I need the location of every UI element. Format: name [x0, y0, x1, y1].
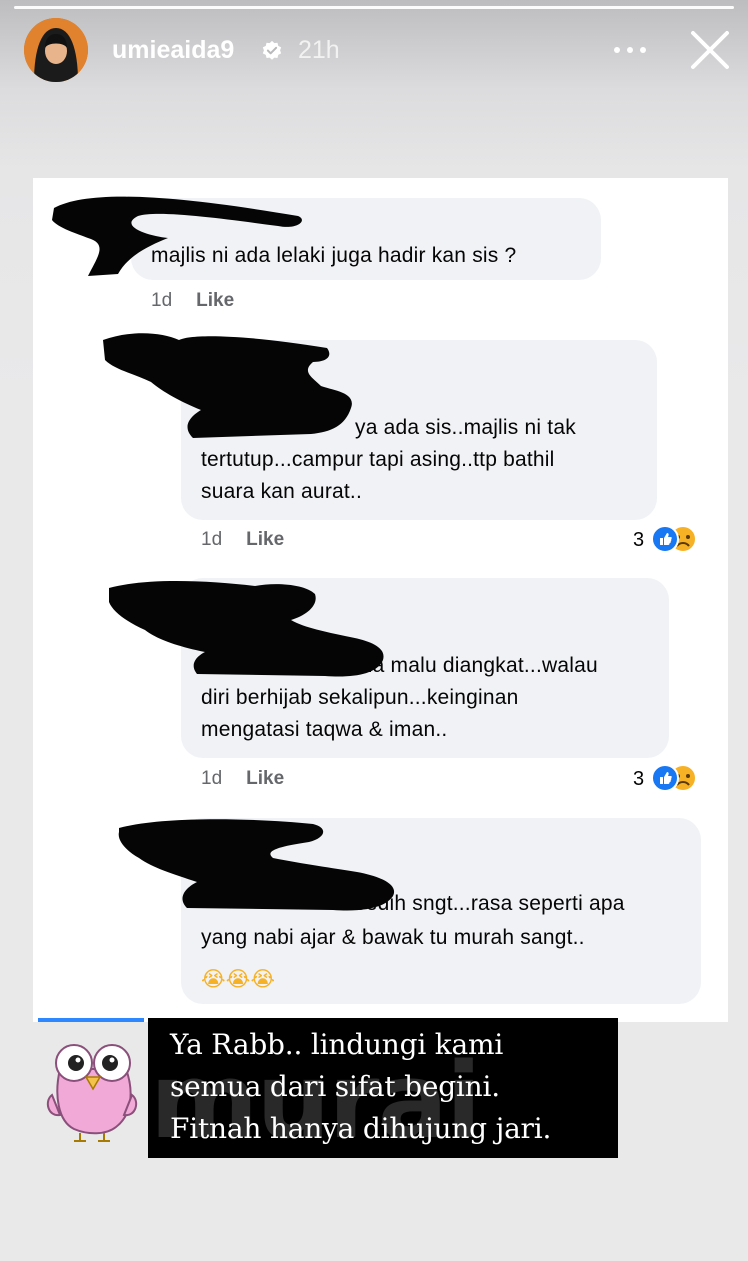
comments-screenshot: majlis ni ada lelaki juga hadir kan sis …: [33, 178, 728, 1022]
comment-text: suara kan aurat..: [201, 480, 362, 503]
caption-line: Fitnah hanya dihujung jari.: [170, 1112, 552, 1145]
divider-line: [38, 1018, 144, 1022]
verified-badge-icon: [262, 40, 282, 60]
more-dots-icon[interactable]: [612, 40, 648, 60]
story-progress-bar: [14, 6, 734, 9]
like-link[interactable]: Like: [196, 290, 234, 311]
comment-text: ya ada sis..majlis ni tak: [355, 416, 576, 439]
reaction-count: 3: [633, 529, 645, 551]
like-link[interactable]: Like: [246, 529, 284, 550]
comment-text: diri berhijab sekalipun...keinginan: [201, 686, 519, 709]
comment-text: tertutup...campur tapi asing..ttp bathil: [201, 448, 555, 471]
caption-line: Ya Rabb.. lindungi kami: [170, 1028, 504, 1061]
owl-sticker-icon: [46, 1044, 138, 1142]
redaction-scribble: [52, 196, 302, 276]
redaction-scribble: [118, 819, 395, 911]
story-username[interactable]: umieaida9: [112, 36, 234, 65]
close-icon[interactable]: [686, 26, 734, 74]
comment-meta: 1d Like: [151, 290, 234, 312]
comment-age: 1d: [151, 290, 173, 311]
comment-meta: 1d Like: [201, 768, 284, 790]
reactions-icon[interactable]: [651, 525, 711, 553]
redaction-scribble: [103, 333, 352, 438]
comment-meta: 1d Like: [201, 529, 284, 551]
reaction-count: 3: [633, 768, 645, 790]
comment-age: 1d: [201, 768, 223, 789]
caption-line: semua dari sifat begini.: [170, 1070, 500, 1103]
redaction-scribble: [109, 581, 384, 677]
comment-text: mengatasi taqwa & iman..: [201, 718, 448, 741]
comment-text: yang nabi ajar & bawak tu murah sangt..: [201, 926, 585, 949]
comment-age: 1d: [201, 529, 223, 550]
avatar[interactable]: [24, 18, 88, 82]
crying-emojis: 😭😭😭: [201, 967, 276, 991]
reactions-icon[interactable]: [651, 764, 711, 792]
story-time: 21h: [298, 36, 340, 64]
like-link[interactable]: Like: [246, 768, 284, 789]
story-caption: Ya Rabb.. lindungi kami semua dari sifat…: [148, 1018, 618, 1158]
